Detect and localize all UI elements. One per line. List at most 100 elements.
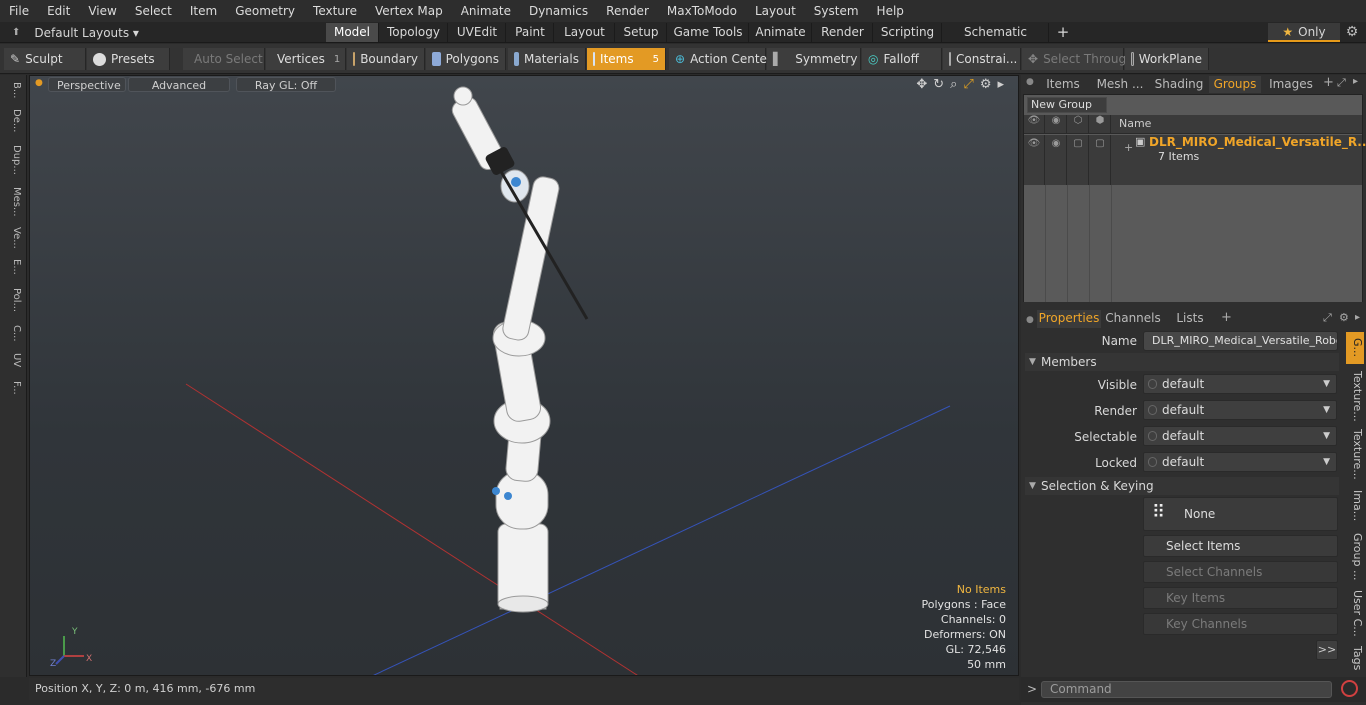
add-panel-tab-icon[interactable]: + (1323, 75, 1334, 90)
gear-icon[interactable]: ⚙ (1344, 24, 1360, 40)
selection-keying-section[interactable]: ▼ Selection & Keying (1025, 477, 1339, 495)
menu-dynamics[interactable]: Dynamics (520, 0, 597, 22)
visible-key-icon[interactable] (1148, 379, 1157, 389)
add-props-tab-icon[interactable]: + (1221, 310, 1232, 325)
rotate-view-icon[interactable]: ↻ (933, 77, 944, 92)
more-button[interactable]: >> (1316, 640, 1338, 660)
menu-select[interactable]: Select (126, 0, 181, 22)
left-tab-polygon[interactable]: Pol... (4, 283, 22, 317)
row-visibility-icon[interactable]: 👁 (1024, 135, 1045, 185)
tab-uvedit[interactable]: UVEdit (449, 23, 506, 42)
expand-panel-icon[interactable]: ⤢ (1337, 76, 1346, 90)
tab-schematic-fusion[interactable]: Schematic Fusion (943, 23, 1049, 58)
left-tab-duplicate[interactable]: Dup... (4, 141, 22, 179)
menu-render[interactable]: Render (597, 0, 658, 22)
side-tab-texture-2[interactable]: Texture... (1346, 428, 1364, 480)
symmetry-button[interactable]: ▌ Symmetry (767, 48, 861, 70)
raygl-button[interactable]: Ray GL: Off (236, 77, 336, 92)
menu-file[interactable]: File (0, 0, 38, 22)
render-dropdown[interactable]: default ▼ (1143, 400, 1337, 420)
selectable-dropdown[interactable]: default ▼ (1143, 426, 1337, 446)
sculpt-button[interactable]: ✎ Sculpt (4, 48, 86, 70)
layout-dropdown[interactable]: ⬆ Default Layouts ▾ (0, 22, 139, 43)
props-menu-icon[interactable]: ● (1026, 315, 1034, 325)
selectable-key-icon[interactable] (1148, 431, 1157, 441)
menu-system[interactable]: System (805, 0, 868, 22)
advanced-button[interactable]: Advanced (128, 77, 230, 92)
menu-texture[interactable]: Texture (304, 0, 366, 22)
menu-geometry[interactable]: Geometry (226, 0, 304, 22)
row-select-icon[interactable]: ▢ (1090, 135, 1111, 185)
tab-scripting[interactable]: Scripting (874, 23, 942, 42)
workplane-button[interactable]: WorkPlane (1125, 48, 1209, 70)
new-group-button[interactable]: New Group (1027, 97, 1107, 113)
none-button[interactable]: ⠿ None (1143, 497, 1338, 531)
menu-layout[interactable]: Layout (746, 0, 805, 22)
key-items-button[interactable]: Key Items (1143, 587, 1338, 609)
constraints-button[interactable]: Constrai... (943, 48, 1021, 70)
viewport-more-icon[interactable]: ▸ (997, 77, 1004, 92)
panel-menu-icon[interactable]: ● (1026, 77, 1034, 87)
left-tab-fusion[interactable]: F... (4, 375, 22, 401)
tab-model[interactable]: Model (326, 23, 379, 42)
lock-col-icon[interactable]: ⬡ (1068, 115, 1089, 133)
left-tab-mesh[interactable]: Mes... (4, 183, 22, 221)
polygons-button[interactable]: Polygons (426, 48, 506, 70)
visibility-col-icon[interactable]: 👁 (1024, 115, 1045, 133)
select-col-icon[interactable]: ⬢ (1090, 115, 1111, 133)
tab-animate[interactable]: Animate (750, 23, 812, 42)
command-input[interactable]: Command (1041, 681, 1332, 698)
tab-images[interactable]: Images (1263, 76, 1319, 93)
select-items-button[interactable]: Select Items (1143, 535, 1338, 557)
left-tab-vertex[interactable]: Ve... (4, 225, 22, 251)
panel-more-icon[interactable]: ▸ (1353, 76, 1358, 87)
presets-button[interactable]: Presets (87, 48, 170, 70)
expand-plus-icon[interactable]: + (1124, 141, 1133, 154)
props-more-icon[interactable]: ▸ (1355, 312, 1360, 323)
menu-view[interactable]: View (79, 0, 125, 22)
action-center-button[interactable]: ⊕ Action Center (669, 48, 772, 70)
auto-select-button[interactable]: Auto Select (183, 48, 265, 70)
tab-setup[interactable]: Setup (616, 23, 667, 42)
record-icon[interactable] (1341, 680, 1358, 697)
perspective-button[interactable]: Perspective (48, 77, 126, 92)
name-field[interactable]: DLR_MIRO_Medical_Versatile_Robotic (1143, 331, 1338, 351)
row-render-icon[interactable]: ◉ (1046, 135, 1067, 185)
side-tab-texture-1[interactable]: Texture... (1346, 370, 1364, 422)
tab-mesh[interactable]: Mesh ... (1091, 76, 1149, 93)
left-tab-edge[interactable]: E... (4, 255, 22, 279)
left-tab-uv[interactable]: UV (4, 349, 22, 371)
visible-dropdown[interactable]: default ▼ (1143, 374, 1337, 394)
key-channels-button[interactable]: Key Channels (1143, 613, 1338, 635)
menu-edit[interactable]: Edit (38, 0, 79, 22)
props-gear-icon[interactable]: ⚙ (1339, 311, 1349, 324)
props-expand-icon[interactable]: ⤢ (1323, 311, 1332, 325)
menu-help[interactable]: Help (868, 0, 913, 22)
items-button[interactable]: Items 5 (587, 48, 666, 70)
tab-render[interactable]: Render (813, 23, 873, 42)
row-lock-icon[interactable]: ▢ (1068, 135, 1089, 185)
side-tab-tags[interactable]: Tags (1346, 644, 1364, 672)
select-channels-button[interactable]: Select Channels (1143, 561, 1338, 583)
tab-paint[interactable]: Paint (507, 23, 554, 42)
viewport-settings-icon[interactable]: ⚙ (980, 77, 992, 92)
tab-topology[interactable]: Topology (380, 23, 448, 42)
group-name[interactable]: DLR_MIRO_Medical_Versatile_R... (1149, 135, 1366, 149)
tab-channels[interactable]: Channels (1103, 310, 1163, 328)
side-tab-image[interactable]: Ima... (1346, 486, 1364, 526)
tab-shading[interactable]: Shading (1151, 76, 1207, 93)
render-key-icon[interactable] (1148, 405, 1157, 415)
tab-layout[interactable]: Layout (555, 23, 615, 42)
left-tab-deform[interactable]: De... (4, 105, 22, 137)
side-tab-user-channels[interactable]: User C... (1346, 588, 1364, 638)
tab-properties[interactable]: Properties (1037, 310, 1101, 328)
members-section[interactable]: ▼ Members (1025, 353, 1339, 371)
falloff-button[interactable]: ◎ Falloff (862, 48, 942, 70)
menu-vertex-map[interactable]: Vertex Map (366, 0, 452, 22)
tab-groups[interactable]: Groups (1209, 76, 1261, 93)
3d-viewport[interactable]: Y X Z ● Perspective Advanced Ray GL: Off… (29, 75, 1019, 676)
fit-view-icon[interactable]: ⤢ (963, 77, 973, 92)
viewport-menu-icon[interactable]: ● (35, 78, 43, 88)
locked-dropdown[interactable]: default ▼ (1143, 452, 1337, 472)
left-tab-basic[interactable]: B... (4, 79, 22, 101)
